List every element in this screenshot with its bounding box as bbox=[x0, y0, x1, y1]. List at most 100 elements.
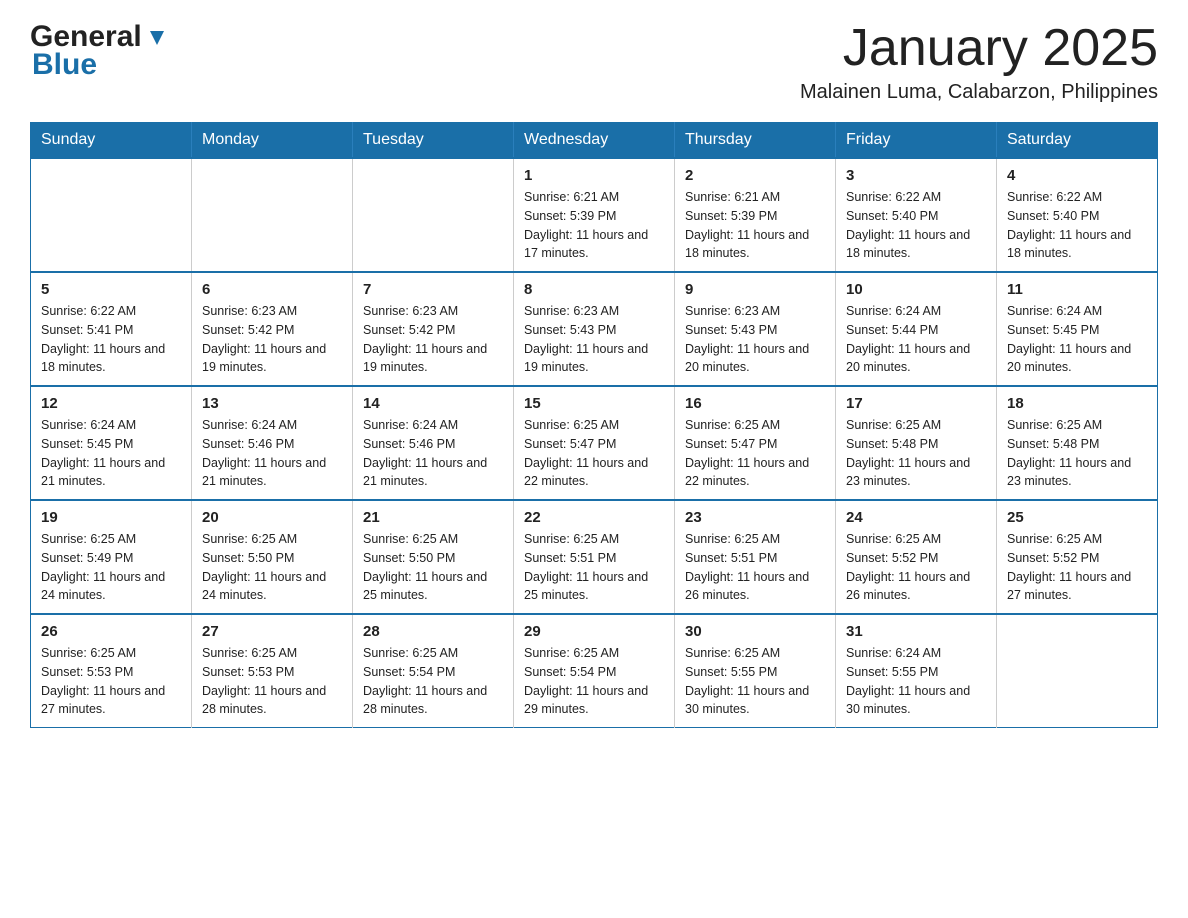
calendar-cell: 28 Sunrise: 6:25 AM Sunset: 5:54 PM Dayli… bbox=[353, 614, 514, 728]
calendar-cell: 26Sunrise: 6:25 AM Sunset: 5:53 PM Dayli… bbox=[31, 614, 192, 728]
day-info: Sunrise: 6:22 AM Sunset: 5:40 PM Dayligh… bbox=[846, 188, 986, 263]
day-info: Sunrise: 6:25 AM Sunset: 5:49 PM Dayligh… bbox=[41, 530, 181, 605]
column-header-friday: Friday bbox=[836, 123, 997, 159]
day-number: 8 bbox=[524, 281, 664, 298]
day-number: 4 bbox=[1007, 167, 1147, 184]
calendar-cell: 4 Sunrise: 6:22 AM Sunset: 5:40 PM Daylig… bbox=[997, 158, 1158, 272]
day-info: Sunrise: 6:22 AM Sunset: 5:41 PM Dayligh… bbox=[41, 302, 181, 377]
calendar-week-row: 12 Sunrise: 6:24 AM Sunset: 5:45 PM Dayli… bbox=[31, 386, 1158, 500]
day-info: Sunrise: 6:25 AM Sunset: 5:48 PM Dayligh… bbox=[846, 416, 986, 491]
calendar-cell: 13Sunrise: 6:24 AM Sunset: 5:46 PM Dayli… bbox=[192, 386, 353, 500]
day-info: Sunrise: 6:25 AM Sunset: 5:54 PM Dayligh… bbox=[524, 644, 664, 719]
calendar-cell: 6 Sunrise: 6:23 AM Sunset: 5:42 PM Daylig… bbox=[192, 272, 353, 386]
day-number: 19 bbox=[41, 509, 181, 526]
month-title: January 2025 bbox=[800, 20, 1158, 77]
day-info: Sunrise: 6:24 AM Sunset: 5:55 PM Dayligh… bbox=[846, 644, 986, 719]
location-subtitle: Malainen Luma, Calabarzon, Philippines bbox=[800, 81, 1158, 104]
column-header-wednesday: Wednesday bbox=[514, 123, 675, 159]
calendar-cell: 25 Sunrise: 6:25 AM Sunset: 5:52 PM Dayli… bbox=[997, 500, 1158, 614]
day-number: 3 bbox=[846, 167, 986, 184]
day-number: 16 bbox=[685, 395, 825, 412]
day-info: Sunrise: 6:25 AM Sunset: 5:53 PM Dayligh… bbox=[202, 644, 342, 719]
calendar-cell: 23Sunrise: 6:25 AM Sunset: 5:51 PM Dayli… bbox=[675, 500, 836, 614]
calendar-cell: 5 Sunrise: 6:22 AM Sunset: 5:41 PM Daylig… bbox=[31, 272, 192, 386]
day-number: 22 bbox=[524, 509, 664, 526]
calendar-cell: 3 Sunrise: 6:22 AM Sunset: 5:40 PM Daylig… bbox=[836, 158, 997, 272]
calendar-cell bbox=[192, 158, 353, 272]
day-number: 31 bbox=[846, 623, 986, 640]
calendar-cell: 15 Sunrise: 6:25 AM Sunset: 5:47 PM Dayli… bbox=[514, 386, 675, 500]
day-info: Sunrise: 6:25 AM Sunset: 5:50 PM Dayligh… bbox=[363, 530, 503, 605]
calendar-cell: 9 Sunrise: 6:23 AM Sunset: 5:43 PM Daylig… bbox=[675, 272, 836, 386]
calendar-cell: 18 Sunrise: 6:25 AM Sunset: 5:48 PM Dayli… bbox=[997, 386, 1158, 500]
day-number: 18 bbox=[1007, 395, 1147, 412]
day-info: Sunrise: 6:23 AM Sunset: 5:42 PM Dayligh… bbox=[202, 302, 342, 377]
column-header-tuesday: Tuesday bbox=[353, 123, 514, 159]
day-number: 12 bbox=[41, 395, 181, 412]
day-info: Sunrise: 6:25 AM Sunset: 5:52 PM Dayligh… bbox=[1007, 530, 1147, 605]
day-info: Sunrise: 6:25 AM Sunset: 5:50 PM Dayligh… bbox=[202, 530, 342, 605]
calendar-cell: 21 Sunrise: 6:25 AM Sunset: 5:50 PM Dayli… bbox=[353, 500, 514, 614]
day-number: 27 bbox=[202, 623, 342, 640]
column-header-saturday: Saturday bbox=[997, 123, 1158, 159]
day-info: Sunrise: 6:21 AM Sunset: 5:39 PM Dayligh… bbox=[524, 188, 664, 263]
day-info: Sunrise: 6:25 AM Sunset: 5:52 PM Dayligh… bbox=[846, 530, 986, 605]
day-number: 24 bbox=[846, 509, 986, 526]
day-info: Sunrise: 6:25 AM Sunset: 5:47 PM Dayligh… bbox=[685, 416, 825, 491]
calendar-cell: 20 Sunrise: 6:25 AM Sunset: 5:50 PM Dayli… bbox=[192, 500, 353, 614]
day-info: Sunrise: 6:23 AM Sunset: 5:43 PM Dayligh… bbox=[685, 302, 825, 377]
calendar-cell: 11 Sunrise: 6:24 AM Sunset: 5:45 PM Dayli… bbox=[997, 272, 1158, 386]
column-header-thursday: Thursday bbox=[675, 123, 836, 159]
calendar-cell: 14Sunrise: 6:24 AM Sunset: 5:46 PM Dayli… bbox=[353, 386, 514, 500]
day-info: Sunrise: 6:25 AM Sunset: 5:47 PM Dayligh… bbox=[524, 416, 664, 491]
calendar-cell: 16 Sunrise: 6:25 AM Sunset: 5:47 PM Dayli… bbox=[675, 386, 836, 500]
day-number: 2 bbox=[685, 167, 825, 184]
calendar-cell: 27 Sunrise: 6:25 AM Sunset: 5:53 PM Dayli… bbox=[192, 614, 353, 728]
calendar-week-row: 1 Sunrise: 6:21 AM Sunset: 5:39 PM Daylig… bbox=[31, 158, 1158, 272]
day-number: 20 bbox=[202, 509, 342, 526]
calendar-table: SundayMondayTuesdayWednesdayThursdayFrid… bbox=[30, 122, 1158, 728]
calendar-cell: 19 Sunrise: 6:25 AM Sunset: 5:49 PM Dayli… bbox=[31, 500, 192, 614]
day-number: 30 bbox=[685, 623, 825, 640]
calendar-cell: 17Sunrise: 6:25 AM Sunset: 5:48 PM Dayli… bbox=[836, 386, 997, 500]
column-header-sunday: Sunday bbox=[31, 123, 192, 159]
day-info: Sunrise: 6:25 AM Sunset: 5:55 PM Dayligh… bbox=[685, 644, 825, 719]
day-number: 29 bbox=[524, 623, 664, 640]
day-info: Sunrise: 6:22 AM Sunset: 5:40 PM Dayligh… bbox=[1007, 188, 1147, 263]
calendar-cell: 31 Sunrise: 6:24 AM Sunset: 5:55 PM Dayli… bbox=[836, 614, 997, 728]
day-info: Sunrise: 6:25 AM Sunset: 5:51 PM Dayligh… bbox=[685, 530, 825, 605]
day-number: 9 bbox=[685, 281, 825, 298]
calendar-cell: 12 Sunrise: 6:24 AM Sunset: 5:45 PM Dayli… bbox=[31, 386, 192, 500]
day-info: Sunrise: 6:21 AM Sunset: 5:39 PM Dayligh… bbox=[685, 188, 825, 263]
day-info: Sunrise: 6:24 AM Sunset: 5:46 PM Dayligh… bbox=[202, 416, 342, 491]
calendar-cell: 7Sunrise: 6:23 AM Sunset: 5:42 PM Daylig… bbox=[353, 272, 514, 386]
page-header: General Blue January 2025 Malainen Luma,… bbox=[30, 20, 1158, 104]
day-info: Sunrise: 6:24 AM Sunset: 5:45 PM Dayligh… bbox=[1007, 302, 1147, 377]
day-number: 5 bbox=[41, 281, 181, 298]
day-info: Sunrise: 6:25 AM Sunset: 5:53 PM Dayligh… bbox=[41, 644, 181, 719]
day-info: Sunrise: 6:25 AM Sunset: 5:51 PM Dayligh… bbox=[524, 530, 664, 605]
day-number: 21 bbox=[363, 509, 503, 526]
calendar-cell: 8 Sunrise: 6:23 AM Sunset: 5:43 PM Daylig… bbox=[514, 272, 675, 386]
calendar-cell: 2 Sunrise: 6:21 AM Sunset: 5:39 PM Daylig… bbox=[675, 158, 836, 272]
day-number: 1 bbox=[524, 167, 664, 184]
calendar-cell: 30 Sunrise: 6:25 AM Sunset: 5:55 PM Dayli… bbox=[675, 614, 836, 728]
logo-chevron-icon bbox=[146, 27, 168, 49]
day-number: 25 bbox=[1007, 509, 1147, 526]
calendar-cell: 22 Sunrise: 6:25 AM Sunset: 5:51 PM Dayli… bbox=[514, 500, 675, 614]
calendar-cell: 10Sunrise: 6:24 AM Sunset: 5:44 PM Dayli… bbox=[836, 272, 997, 386]
day-number: 28 bbox=[363, 623, 503, 640]
day-info: Sunrise: 6:25 AM Sunset: 5:54 PM Dayligh… bbox=[363, 644, 503, 719]
calendar-cell: 29 Sunrise: 6:25 AM Sunset: 5:54 PM Dayli… bbox=[514, 614, 675, 728]
day-info: Sunrise: 6:25 AM Sunset: 5:48 PM Dayligh… bbox=[1007, 416, 1147, 491]
calendar-week-row: 19 Sunrise: 6:25 AM Sunset: 5:49 PM Dayli… bbox=[31, 500, 1158, 614]
day-info: Sunrise: 6:23 AM Sunset: 5:43 PM Dayligh… bbox=[524, 302, 664, 377]
day-number: 15 bbox=[524, 395, 664, 412]
day-number: 11 bbox=[1007, 281, 1147, 298]
column-header-monday: Monday bbox=[192, 123, 353, 159]
day-info: Sunrise: 6:23 AM Sunset: 5:42 PM Dayligh… bbox=[363, 302, 503, 377]
calendar-week-row: 5 Sunrise: 6:22 AM Sunset: 5:41 PM Daylig… bbox=[31, 272, 1158, 386]
day-number: 14 bbox=[363, 395, 503, 412]
day-number: 6 bbox=[202, 281, 342, 298]
day-info: Sunrise: 6:24 AM Sunset: 5:45 PM Dayligh… bbox=[41, 416, 181, 491]
